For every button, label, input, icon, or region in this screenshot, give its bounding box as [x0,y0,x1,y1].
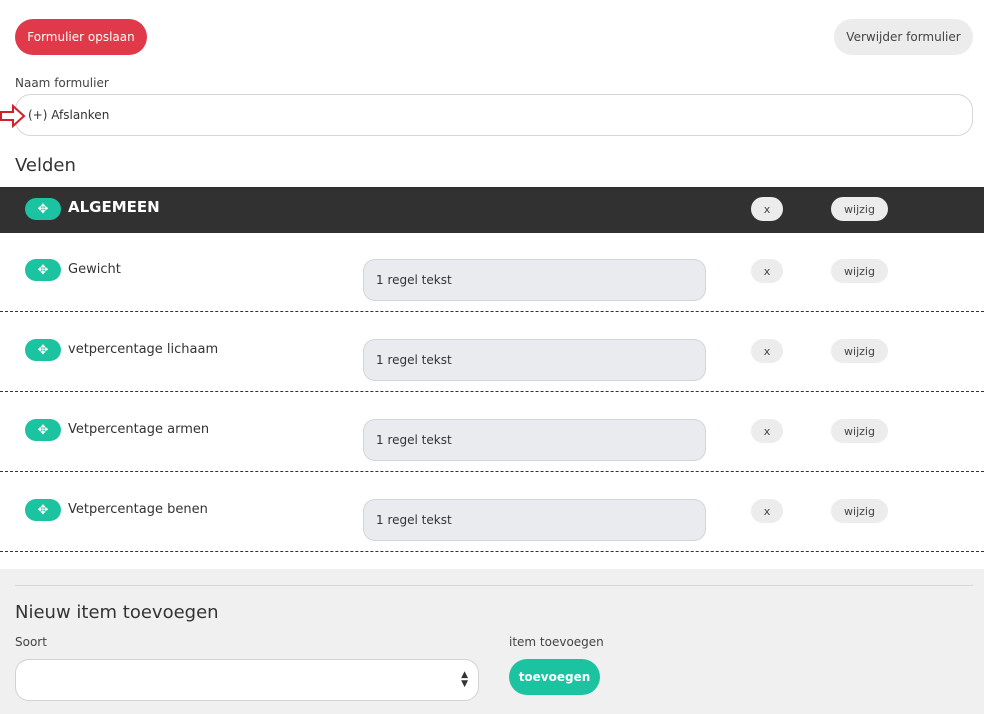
divider [15,585,973,586]
group-header-algemeen: ✥ ALGEMEEN x wijzig [0,187,984,233]
remove-field-button[interactable]: x [751,419,783,443]
field-type-box[interactable]: 1 regel tekst [363,259,706,301]
save-form-button[interactable]: Formulier opslaan [15,19,147,55]
new-item-panel: Nieuw item toevoegen Soort ▲ ▼ item toevo… [0,569,984,714]
type-select[interactable]: ▲ ▼ [15,659,479,701]
remove-group-button[interactable]: x [751,197,783,221]
delete-form-button[interactable]: Verwijder formulier [834,19,973,55]
sort-arrows-icon: ▲ ▼ [461,670,468,689]
edit-field-button[interactable]: wijzig [831,499,888,523]
field-label: Gewicht [68,262,121,277]
move-icon[interactable]: ✥ [25,259,61,281]
field-row: ✥ vetpercentage lichaam 1 regel tekst x … [0,312,984,392]
remove-field-button[interactable]: x [751,499,783,523]
edit-field-button[interactable]: wijzig [831,419,888,443]
edit-field-button[interactable]: wijzig [831,339,888,363]
field-type-box[interactable]: 1 regel tekst [363,419,706,461]
edit-group-button[interactable]: wijzig [831,197,888,221]
arrow-right-icon [0,103,26,129]
move-icon[interactable]: ✥ [25,198,61,220]
field-label: Vetpercentage benen [68,502,208,517]
fields-section-title: Velden [15,155,76,176]
field-label: vetpercentage lichaam [68,342,219,357]
field-row: ✥ Gewicht 1 regel tekst x wijzig [0,232,984,312]
form-name-input[interactable] [15,94,973,136]
move-icon[interactable]: ✥ [25,339,61,361]
field-type-box[interactable]: 1 regel tekst [363,499,706,541]
add-item-label: item toevoegen [509,635,604,649]
field-label: Vetpercentage armen [68,422,210,437]
group-title: ALGEMEEN [68,198,160,216]
field-row: ✥ Vetpercentage armen 1 regel tekst x wi… [0,392,984,472]
edit-field-button[interactable]: wijzig [831,259,888,283]
add-item-button[interactable]: toevoegen [509,659,600,695]
type-label: Soort [15,635,47,649]
remove-field-button[interactable]: x [751,339,783,363]
move-icon[interactable]: ✥ [25,419,61,441]
remove-field-button[interactable]: x [751,259,783,283]
move-icon[interactable]: ✥ [25,499,61,521]
field-type-box[interactable]: 1 regel tekst [363,339,706,381]
field-row: ✥ Vetpercentage benen 1 regel tekst x wi… [0,472,984,552]
form-name-label: Naam formulier [15,76,109,90]
new-item-title: Nieuw item toevoegen [15,602,219,623]
